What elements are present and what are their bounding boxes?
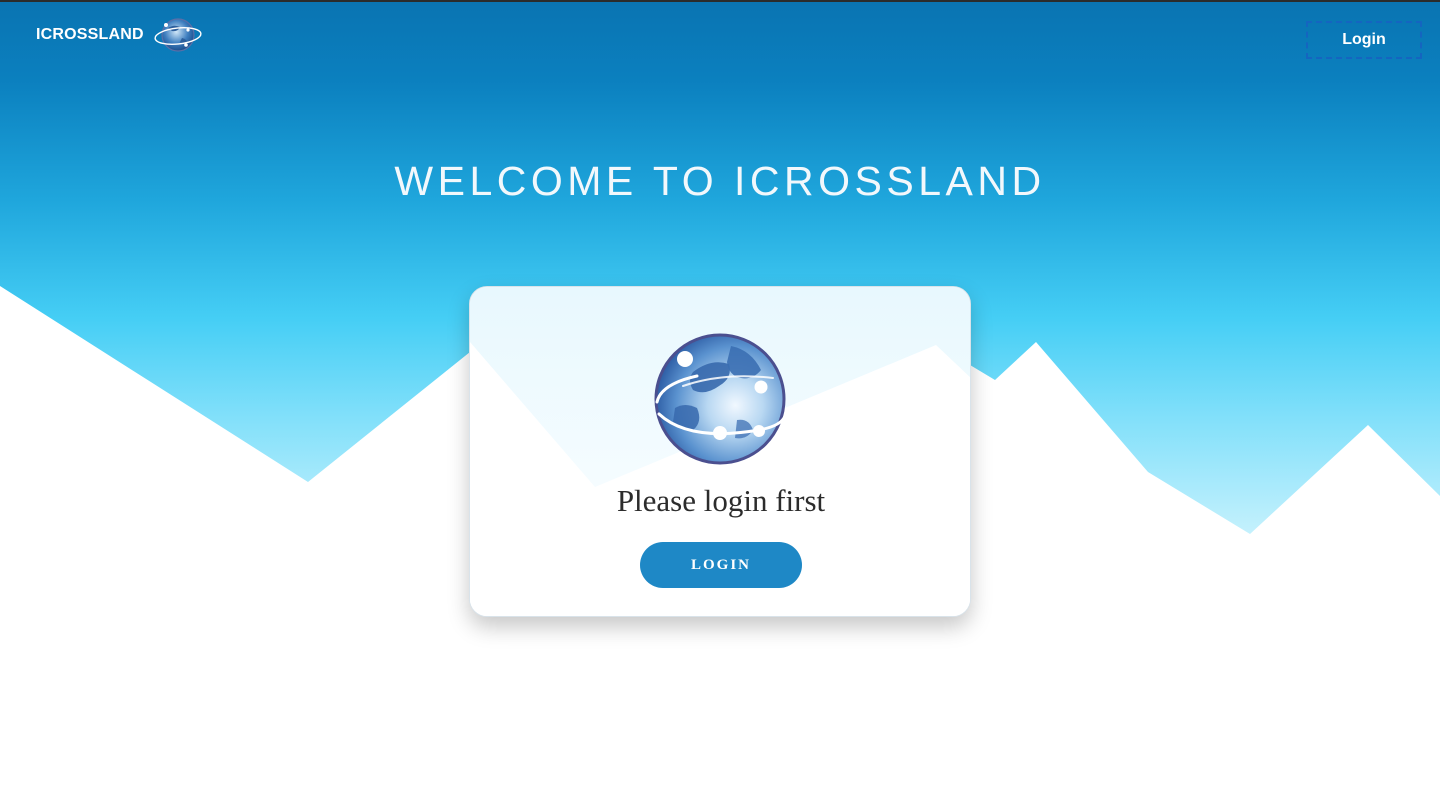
globe-icon xyxy=(654,333,787,465)
page: ICROSSLAND Login WELCOME TO ICROSSLAND P… xyxy=(0,0,1440,791)
navbar: ICROSSLAND Login xyxy=(0,2,1440,80)
brand-name: ICROSSLAND xyxy=(36,26,144,43)
login-prompt-text: Please login first xyxy=(616,483,826,518)
login-card: Please login first LOGIN xyxy=(469,286,971,617)
globe-logo-icon xyxy=(154,18,202,52)
welcome-title: WELCOME TO ICROSSLAND xyxy=(394,158,1046,204)
nav-login-button[interactable]: Login xyxy=(1306,21,1422,59)
login-button[interactable]: LOGIN xyxy=(640,542,802,588)
brand-link[interactable]: ICROSSLAND xyxy=(36,16,202,54)
